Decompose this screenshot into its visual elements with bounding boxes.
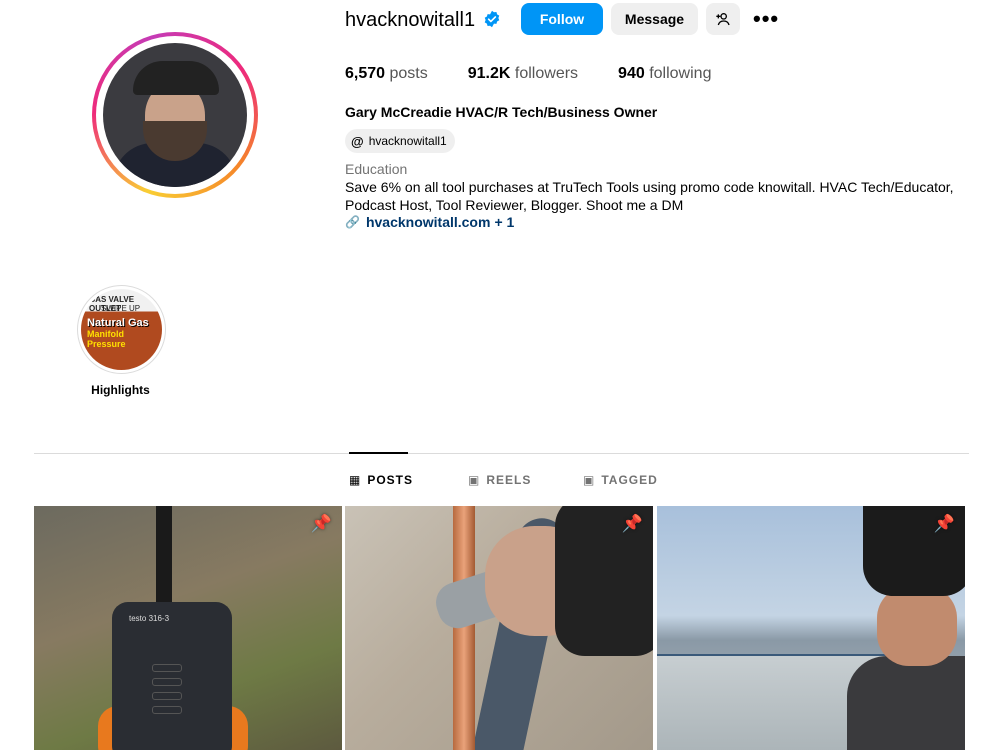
active-tab-indicator	[349, 452, 408, 454]
pinned-icon: 📌	[933, 514, 955, 533]
tab-posts-label: POSTS	[367, 473, 414, 487]
post-device	[112, 602, 232, 750]
tab-reels-label: REELS	[486, 473, 532, 487]
reels-icon: ▣	[468, 473, 481, 487]
pinned-icon: 📌	[621, 514, 643, 533]
profile-category: Education	[345, 161, 408, 177]
avatar-photo	[103, 43, 247, 187]
post-device-label: testo 316-3	[129, 614, 170, 623]
post-device-led	[152, 678, 182, 686]
profile-full-name: Gary McCreadie HVAC/R Tech/Business Owne…	[345, 104, 658, 120]
profile-link[interactable]: 🔗 hvacknowitall.com + 1	[345, 214, 514, 230]
post-device-led	[152, 692, 182, 700]
tab-tagged-label: TAGGED	[601, 473, 658, 487]
add-user-icon	[716, 13, 730, 26]
post-antenna	[156, 506, 172, 606]
verified-badge-icon	[484, 10, 500, 28]
threads-handle: hvacknowitall1	[368, 134, 447, 148]
profile-link-extra: + 1	[494, 214, 515, 230]
post-tile[interactable]: 📌	[345, 506, 653, 750]
stat-following-value: 940	[618, 65, 645, 82]
follow-button[interactable]: Follow	[521, 3, 603, 35]
stat-posts: 6,570 posts	[345, 65, 428, 83]
threads-icon: @	[351, 133, 364, 149]
stat-following[interactable]: 940 following	[618, 65, 711, 83]
story-highlight[interactable]: GAS VALVE OUTLET SWIPE UP Natural Gas Ma…	[77, 285, 166, 374]
stat-followers-label: followers	[514, 65, 579, 82]
avatar-cap	[133, 61, 219, 95]
suggested-users-button[interactable]	[706, 3, 740, 35]
post-tile[interactable]: 📌	[657, 506, 965, 750]
tabs-divider	[34, 453, 969, 454]
highlight-thumb-text-2: SWIPE UP	[101, 304, 141, 313]
post-device-led	[152, 664, 182, 672]
threads-badge[interactable]: @ hvacknowitall1	[345, 129, 455, 153]
stat-followers-value: 91.2K	[467, 65, 511, 82]
link-icon: 🔗	[345, 215, 360, 229]
stat-posts-label: posts	[389, 65, 428, 82]
profile-username: hvacknowitall1	[345, 9, 476, 31]
tab-posts[interactable]: ▦ POSTS	[349, 473, 413, 487]
highlight-thumb-text-4: Manifold Pressure	[87, 329, 126, 349]
post-jacket	[847, 656, 965, 750]
profile-link-text: hvacknowitall.com	[365, 214, 491, 230]
post-device-led	[152, 706, 182, 714]
pinned-icon: 📌	[310, 514, 332, 533]
tagged-icon: ▣	[583, 473, 596, 487]
highlight-label: Highlights	[91, 383, 150, 397]
post-tile[interactable]: testo 316-3 📌	[34, 506, 342, 750]
avatar-border	[96, 36, 254, 194]
highlight-thumb-text-3: Natural Gas	[87, 317, 149, 329]
profile-stats: 6,570 posts 91.2K followers 940 followin…	[345, 65, 751, 83]
stat-following-label: following	[649, 65, 712, 82]
profile-bio: Save 6% on all tool purchases at TruTech…	[345, 179, 954, 213]
tab-reels[interactable]: ▣ REELS	[468, 473, 531, 487]
post-face	[877, 586, 957, 666]
message-button[interactable]: Message	[611, 3, 698, 35]
highlight-thumbnail: GAS VALVE OUTLET SWIPE UP Natural Gas Ma…	[81, 289, 162, 370]
more-options-icon[interactable]: •••	[753, 8, 779, 30]
tab-tagged[interactable]: ▣ TAGGED	[583, 473, 658, 487]
stat-followers[interactable]: 91.2K followers	[468, 65, 578, 83]
profile-avatar[interactable]	[92, 32, 258, 198]
stat-posts-value: 6,570	[345, 65, 386, 82]
grid-icon: ▦	[349, 473, 362, 487]
